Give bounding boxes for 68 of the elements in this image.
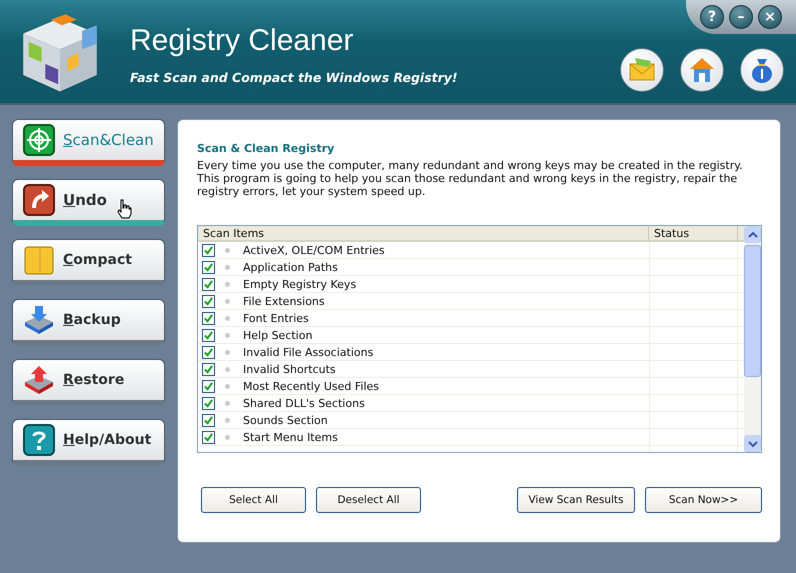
section-title: Scan & Clean Registry <box>197 142 336 155</box>
bullet-icon <box>225 316 230 320</box>
scrollbar[interactable] <box>744 226 761 452</box>
checkbox[interactable] <box>202 312 215 324</box>
target-icon <box>23 124 55 156</box>
bullet-icon <box>225 384 230 388</box>
checkbox[interactable] <box>202 414 215 426</box>
nav-button[interactable]: Help/About <box>12 419 165 466</box>
scan-item-name: Sounds Section <box>243 414 328 426</box>
checkbox[interactable] <box>202 346 215 358</box>
scan-item-name: Help Section <box>243 328 312 342</box>
scroll-down-icon[interactable] <box>744 435 761 452</box>
scan-item-name: Application Paths <box>243 260 338 274</box>
checkbox[interactable] <box>202 328 215 342</box>
nav-button[interactable]: Undo <box>12 179 165 226</box>
scan-item-name: Most Recently Used Files <box>243 380 380 392</box>
nav-button[interactable]: Compact <box>12 239 165 286</box>
checkbox[interactable] <box>202 430 215 444</box>
description-text: Every time you use the computer, many redundant and wrong keys may be created in the registry. This program is going to help you scan those redundant and wrong keys in the registry, repair the registry errors, let your system speed up. <box>197 159 744 198</box>
scan-item-name: Start Menu Items <box>243 430 338 444</box>
scroll-up-icon[interactable] <box>744 226 761 243</box>
tray-down-arrow-icon <box>23 304 55 336</box>
money-bag-button[interactable] <box>740 48 784 92</box>
scan-item-name: File Extensions <box>243 294 325 308</box>
scan-item-name: Font Entries <box>243 312 309 324</box>
scan-item-name: ActiveX, OLE/COM Entries <box>243 244 385 256</box>
bullet-icon <box>225 264 230 270</box>
scan-item-name: Invalid File Associations <box>243 346 374 358</box>
checkbox[interactable] <box>202 396 215 410</box>
bullet-icon <box>225 434 230 440</box>
bullet-icon <box>225 332 230 338</box>
checkbox[interactable] <box>202 362 215 376</box>
app-subtitle: Fast Scan and Compact the Windows Registry! <box>130 70 458 85</box>
column-header[interactable]: Status <box>649 226 738 240</box>
nav-button[interactable]: Restore <box>12 359 165 406</box>
bullet-icon <box>225 366 230 372</box>
checkbox[interactable] <box>202 244 215 256</box>
tray-up-arrow-icon <box>23 364 55 396</box>
hand-cursor-icon <box>116 199 132 219</box>
select-button[interactable]: Deselect All <box>316 487 421 513</box>
action-button[interactable]: Scan Now>> <box>645 487 762 513</box>
bullet-icon <box>225 282 230 286</box>
help-icon <box>23 424 55 456</box>
scan-item-name: Invalid Shortcuts <box>243 362 336 376</box>
mail-button[interactable] <box>620 48 664 92</box>
action-button[interactable]: View Scan Results <box>517 487 635 513</box>
home-button[interactable] <box>680 48 724 92</box>
scan-item-name: Shared DLL's Sections <box>243 396 365 410</box>
app-title: Registry Cleaner <box>130 24 354 58</box>
bullet-icon <box>225 350 230 354</box>
bullet-icon <box>225 400 230 406</box>
bullet-icon <box>225 418 230 422</box>
help-button[interactable]: ? <box>700 5 724 29</box>
bullet-icon <box>225 248 230 252</box>
folder-icon <box>23 244 55 276</box>
checkbox[interactable] <box>202 260 215 274</box>
nav-button[interactable]: Scan&Clean <box>12 119 165 166</box>
scroll-thumb[interactable] <box>744 245 761 377</box>
checkbox[interactable] <box>202 278 215 290</box>
checkbox[interactable] <box>202 294 215 308</box>
nav-button[interactable]: Backup <box>12 299 165 346</box>
select-button[interactable]: Select All <box>201 487 306 513</box>
bullet-icon <box>225 298 230 304</box>
scan-item-name: Empty Registry Keys <box>243 278 356 290</box>
close-button[interactable]: × <box>758 5 782 29</box>
minimize-button[interactable]: – <box>729 5 753 29</box>
checkbox[interactable] <box>202 380 215 392</box>
column-header[interactable]: Scan Items <box>198 226 649 240</box>
